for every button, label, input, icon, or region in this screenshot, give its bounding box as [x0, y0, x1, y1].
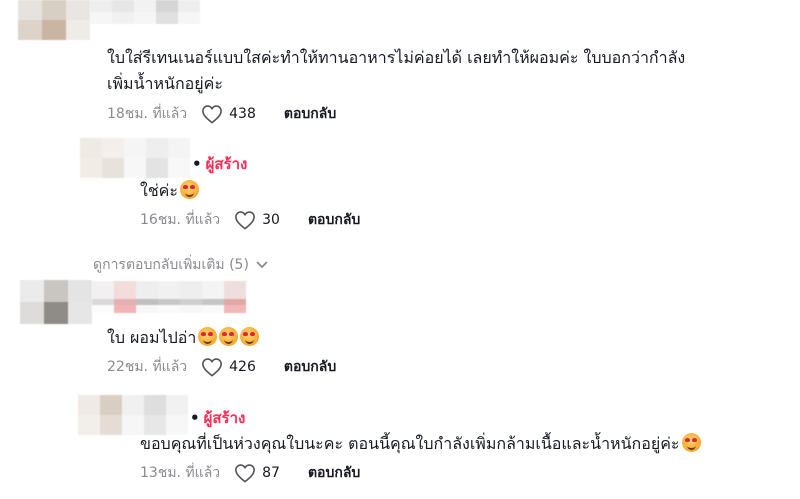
creator-label: ผู้สร้าง	[205, 155, 248, 173]
comment-meta: 13ชม. ที่แล้ว 87 ตอบกลับ	[140, 462, 360, 484]
like-count: 30	[262, 212, 280, 228]
comment-time: 13ชม. ที่แล้ว	[140, 465, 221, 481]
reply-button[interactable]: ตอบกลับ	[284, 356, 336, 378]
like-count: 87	[262, 465, 280, 481]
comment-text-line: ขอบคุณที่เป็นห่วงคุณใบนะคะ ตอนนี้คุณใบกำ…	[140, 434, 680, 453]
like-button[interactable]: 438	[201, 104, 284, 124]
like-button[interactable]: 87	[234, 463, 308, 483]
comment-text-line: ใบ ผอมไปอ่า	[107, 328, 197, 347]
heart-outline-icon	[235, 211, 256, 230]
avatar-blurred[interactable]	[80, 138, 190, 178]
avatar-blurred[interactable]	[20, 280, 92, 324]
smiling-face-with-hearts-emoji-icon	[240, 327, 260, 346]
comment-text: ขอบคุณที่เป็นห่วงคุณใบนะคะ ตอนนี้คุณใบกำ…	[140, 431, 701, 457]
comment-time: 16ชม. ที่แล้ว	[140, 212, 221, 228]
comment-time: 22ชม. ที่แล้ว	[107, 359, 188, 375]
smiling-face-with-hearts-emoji-icon	[681, 433, 701, 452]
chevron-down-icon	[256, 261, 268, 269]
creator-badge: • ผู้สร้าง	[190, 406, 245, 430]
smiling-face-with-hearts-emoji-icon	[179, 180, 199, 199]
comment-text: ใช่ค่ะ	[140, 178, 199, 204]
heart-outline-icon	[202, 358, 223, 377]
comment-time: 18ชม. ที่แล้ว	[107, 106, 188, 122]
comment-meta: 22ชม. ที่แล้ว 426 ตอบกลับ	[107, 356, 336, 378]
reply-button[interactable]: ตอบกลับ	[308, 462, 360, 484]
like-button[interactable]: 426	[201, 357, 284, 377]
avatar-blurred[interactable]	[18, 0, 90, 40]
comment-text-line: ใช่ค่ะ	[140, 181, 178, 200]
smiling-face-with-hearts-emoji-icon	[219, 327, 239, 346]
comment-meta: 18ชม. ที่แล้ว 438 ตอบกลับ	[107, 103, 336, 125]
comment-meta: 16ชม. ที่แล้ว 30 ตอบกลับ	[140, 209, 360, 231]
username-blurred[interactable]	[90, 0, 200, 24]
like-count: 438	[229, 106, 256, 122]
reply-button[interactable]: ตอบกลับ	[308, 209, 360, 231]
view-more-replies-label: ดูการตอบกลับเพิ่มเติม (5)	[93, 257, 249, 273]
creator-label: ผู้สร้าง	[203, 409, 246, 427]
heart-outline-icon	[235, 464, 256, 483]
like-button[interactable]: 30	[234, 210, 308, 230]
separator-dot: •	[190, 409, 200, 427]
comment-text: ใบ ผอมไปอ่า	[107, 325, 260, 351]
reply-button[interactable]: ตอบกลับ	[284, 103, 336, 125]
separator-dot: •	[192, 155, 202, 173]
comment-text: ใบใส่รีเทนเนอร์แบบใสค่ะทำให้ทานอาหารไม่ค…	[107, 45, 685, 97]
smiling-face-with-hearts-emoji-icon	[198, 327, 218, 346]
view-more-replies-button[interactable]: ดูการตอบกลับเพิ่มเติม (5)	[93, 254, 269, 276]
comment-text-line: ใบใส่รีเทนเนอร์แบบใสค่ะทำให้ทานอาหารไม่ค…	[107, 48, 686, 67]
like-count: 426	[229, 359, 256, 375]
creator-badge: • ผู้สร้าง	[192, 152, 247, 176]
avatar-blurred[interactable]	[78, 395, 188, 435]
heart-outline-icon	[202, 105, 223, 124]
username-blurred[interactable]	[92, 281, 246, 313]
comment-text-line: เพิ่มน้ำหนักอยู่ค่ะ	[107, 74, 223, 93]
